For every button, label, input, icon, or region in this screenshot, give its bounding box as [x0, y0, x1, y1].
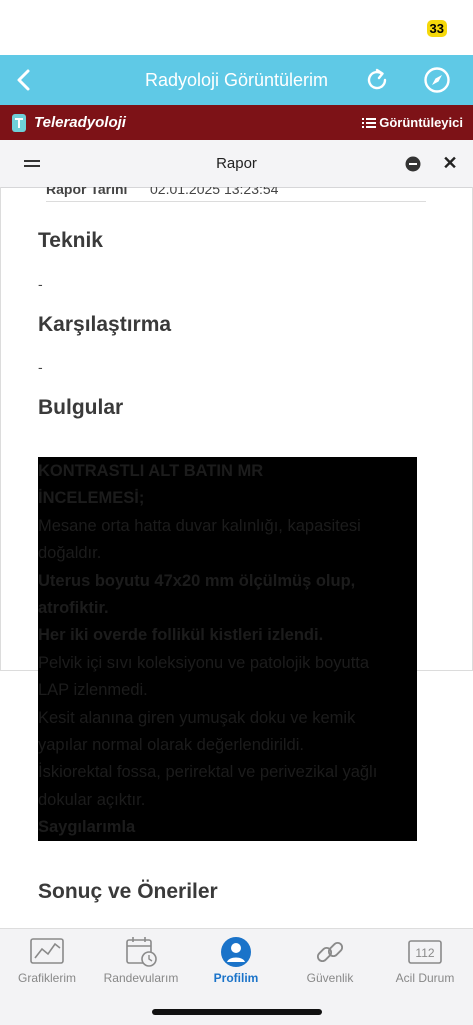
report-panel-title: Rapor — [216, 155, 257, 172]
findings-line: Uterus boyutu 47x20 mm ölçülmüş olup, — [38, 572, 356, 590]
page-title: Radyoloji Görüntülerim — [144, 70, 329, 90]
tab-label: Randevularım — [103, 971, 179, 985]
tab-profilim[interactable]: Profilim — [189, 929, 283, 999]
battery-indicator: 33 — [426, 20, 447, 37]
list-icon — [362, 117, 377, 128]
findings-line: Pelvik içi sıvı koleksiyonu ve patolojik… — [38, 654, 370, 672]
tab-label: Grafiklerim — [17, 971, 76, 985]
close-icon[interactable]: ✕ — [439, 152, 461, 174]
tab-grafiklerim[interactable]: Grafiklerim — [0, 929, 94, 999]
section-title-bulgular: Bulgular — [38, 396, 124, 419]
findings-line: doğaldır. — [38, 544, 102, 562]
findings-line: İNCELEMESİ; — [38, 489, 145, 507]
viewer-button[interactable]: Görüntüleyici — [362, 105, 463, 140]
minimize-icon[interactable] — [405, 156, 421, 172]
teleradyoloji-logo: Teleradyoloji — [10, 109, 126, 136]
report-panel-header: Rapor ✕ — [0, 140, 473, 188]
logo-mark-icon — [12, 113, 26, 132]
findings-line: Mesane orta hatta duvar kalınlığı, kapas… — [38, 517, 361, 535]
app-header: Radyoloji Görüntülerim — [0, 55, 473, 105]
logo-text: Teleradyoloji — [34, 114, 126, 131]
section-value-karsilastirma: - — [38, 359, 43, 375]
report-date-label: Rapor Tarihi — [46, 187, 128, 197]
section-value-teknik: - — [38, 276, 43, 292]
viewer-label: Görüntüleyici — [379, 115, 463, 130]
calendar-icon — [126, 937, 157, 967]
findings-text-block: KONTRASTLI ALT BATIN MR İNCELEMESİ; Mesa… — [38, 457, 417, 841]
findings-line: dokular açıktır. — [38, 791, 146, 809]
refresh-icon[interactable] — [363, 66, 391, 94]
profile-icon — [221, 937, 251, 967]
report-date-row: Rapor Tarihi 02.01.2025 13:23:54 — [46, 187, 426, 202]
report-date-value: 02.01.2025 13:23:54 — [150, 187, 279, 197]
emergency-112-icon: 112 — [408, 940, 442, 964]
tab-acil-durum[interactable]: 112 Acil Durum — [378, 929, 472, 999]
findings-line: Her iki overde follikül kistleri izlendi… — [38, 626, 324, 644]
back-arrow-icon[interactable] — [8, 63, 42, 97]
findings-line: atrofiktir. — [38, 599, 109, 617]
tab-randevularim[interactable]: Randevularım — [94, 929, 188, 999]
findings-line: yapılar normal olarak değerlendirildi. — [38, 736, 304, 754]
findings-line: Saygılarımla — [38, 818, 136, 836]
tab-label: Acil Durum — [395, 971, 455, 985]
findings-line: Kesit alanına giren yumuşak doku ve kemi… — [38, 709, 356, 727]
chart-icon — [30, 938, 64, 964]
link-icon — [316, 941, 344, 963]
svg-text:112: 112 — [415, 946, 434, 960]
tab-label: Profilim — [213, 971, 259, 985]
findings-line: İskiorektal fossa, perirektal ve perivez… — [38, 763, 378, 781]
status-bar: 33 — [0, 0, 473, 55]
findings-line: KONTRASTLI ALT BATIN MR — [38, 462, 264, 480]
section-title-teknik: Teknik — [38, 229, 103, 252]
brand-bar: Teleradyoloji Görüntüleyici — [0, 105, 473, 140]
home-indicator — [152, 1009, 322, 1015]
section-title-karsilastirma: Karşılaştırma — [38, 313, 172, 336]
compass-icon[interactable] — [423, 66, 451, 94]
findings-line: LAP izlenmedi. — [38, 681, 148, 699]
tab-label: Güvenlik — [306, 971, 354, 985]
tab-guvenlik[interactable]: Güvenlik — [283, 929, 377, 999]
panel-border-left — [0, 187, 1, 671]
section-title-sonuc: Sonuç ve Öneriler — [38, 880, 218, 903]
